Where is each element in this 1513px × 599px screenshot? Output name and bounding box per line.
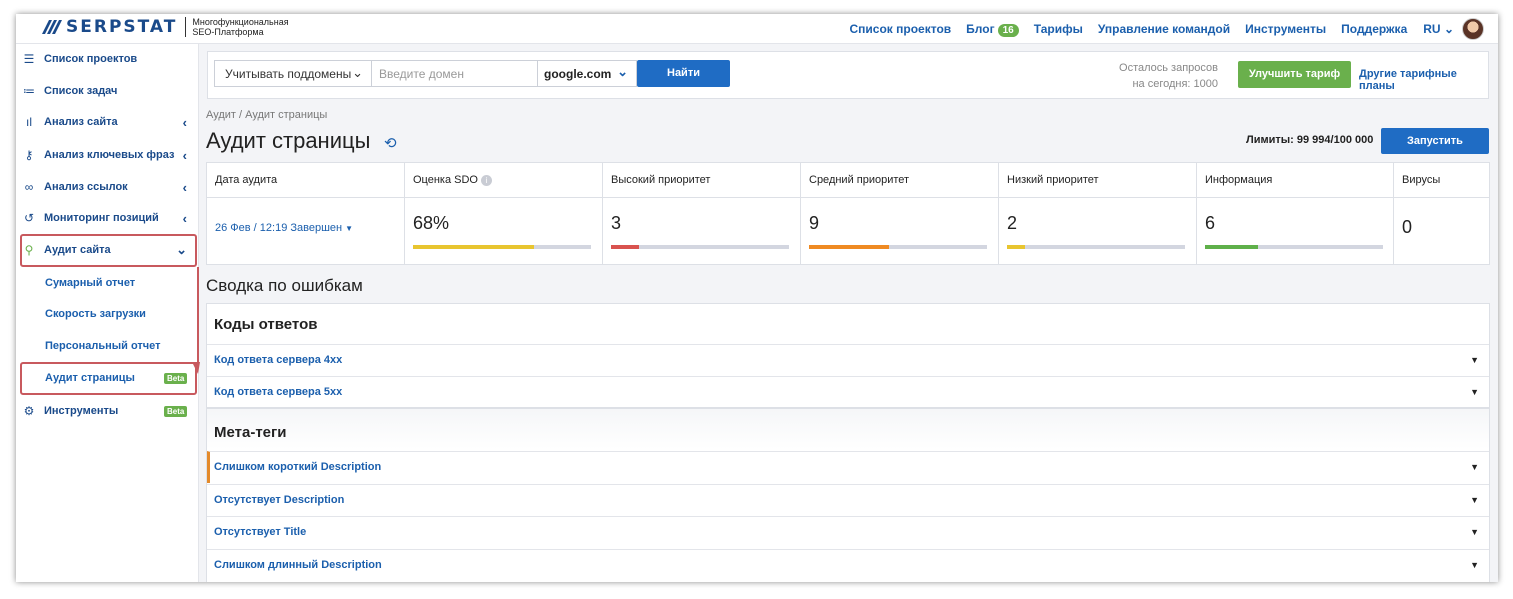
chevron-left-icon: ‹	[182, 179, 187, 195]
nav-support[interactable]: Поддержка	[1341, 22, 1407, 36]
errors-summary-title: Сводка по ошибкам	[206, 276, 363, 295]
stat-high-priority: Высокий приоритет 3	[603, 163, 801, 264]
sidebar-item-keyword-analysis[interactable]: ⚷ Анализ ключевых фраз ‹	[16, 142, 199, 168]
chevron-down-icon: ⌄	[1443, 22, 1454, 36]
stat-sdo-score: Оценка SDO i 68%	[405, 163, 603, 264]
progress-bar	[413, 245, 591, 249]
audit-stats: Дата аудита 26 Фев / 12:19 Завершен ▼ Оц…	[206, 162, 1490, 265]
highlight-site-audit	[20, 234, 197, 267]
blog-count-badge: 16	[997, 23, 1019, 37]
response-codes-section: Коды ответов Код ответа сервера 4xx ▼ Ко…	[206, 303, 1490, 408]
annotation-arrow	[192, 267, 200, 374]
sidebar-subitem-personal-report[interactable]: Персональный отчет	[16, 333, 199, 359]
beta-badge: Beta	[164, 405, 188, 417]
progress-bar	[1205, 245, 1383, 249]
link-icon: ∞	[24, 180, 34, 194]
caret-down-icon: ▼	[1470, 527, 1479, 537]
upgrade-plan-button[interactable]: Улучшить тариф	[1238, 61, 1351, 88]
chart-icon: ıl	[26, 115, 32, 129]
avatar[interactable]	[1462, 18, 1484, 40]
other-plans-link[interactable]: Другие тарифные планы	[1359, 68, 1488, 92]
language-selector[interactable]: RU ⌄	[1423, 22, 1454, 36]
app-window: SERPSTAT Многофункциональная SEO-Платфор…	[16, 14, 1498, 582]
list-item[interactable]: Слишком длинный Description ▼	[207, 549, 1489, 581]
nav-blog[interactable]: Блог 16	[966, 22, 1019, 37]
chevron-down-icon: ⌄	[617, 64, 628, 79]
sidebar-item-rank-tracker[interactable]: ↺ Мониторинг позиций ‹	[16, 205, 199, 231]
list-item[interactable]: Отсутствует Description ▼	[207, 484, 1489, 516]
nav-tools[interactable]: Инструменты	[1245, 22, 1326, 36]
list-item[interactable]: Отсутствует Title ▼	[207, 516, 1489, 548]
breadcrumb: Аудит / Аудит страницы	[206, 109, 328, 121]
requests-remaining: Осталось запросов на сегодня: 1000	[1119, 62, 1218, 90]
sidebar-item-site-analysis[interactable]: ıl Анализ сайта ‹	[16, 109, 199, 135]
stat-low-priority: Низкий приоритет 2	[999, 163, 1197, 264]
limits-text: Лимиты: 99 994/100 000	[1246, 134, 1374, 146]
sidebar: ☰ Список проектов ≔ Список задач ıl Анал…	[16, 44, 200, 582]
chevron-down-icon: ⌄	[352, 65, 363, 80]
history-icon: ↺	[23, 211, 35, 225]
sidebar-subitem-summary[interactable]: Сумарный отчет	[16, 270, 199, 296]
search-engine-select[interactable]: google.com ⌄	[537, 60, 637, 87]
stat-medium-priority: Средний приоритет 9	[801, 163, 999, 264]
stat-audit-date: Дата аудита 26 Фев / 12:19 Завершен ▼	[207, 163, 405, 264]
logo-subtitle: Многофункциональная SEO-Платформа	[192, 17, 289, 37]
caret-down-icon: ▼	[345, 224, 354, 233]
logo[interactable]: SERPSTAT Многофункциональная SEO-Платфор…	[42, 17, 289, 37]
logo-text: SERPSTAT	[66, 17, 178, 37]
caret-down-icon: ▼	[1470, 495, 1479, 505]
search-panel: Учитывать поддомены ⌄ Введите домен goog…	[207, 51, 1489, 99]
caret-down-icon: ▼	[1470, 355, 1479, 365]
page-title: Аудит страницы	[206, 128, 371, 153]
sidebar-item-tasks[interactable]: ≔ Список задач	[16, 78, 199, 104]
caret-down-icon: ▼	[1470, 387, 1479, 397]
meta-tags-section: Мета-теги Слишком короткий Description ▼…	[206, 408, 1490, 582]
caret-down-icon: ▼	[1470, 462, 1479, 472]
external-link-icon[interactable]: ⟲	[384, 134, 397, 152]
key-icon: ⚷	[24, 148, 34, 162]
domain-input[interactable]: Введите домен	[371, 60, 538, 87]
audit-date-select[interactable]: 26 Фев / 12:19 Завершен ▼	[215, 222, 353, 234]
logo-icon	[42, 20, 62, 34]
sidebar-item-projects[interactable]: ☰ Список проектов	[16, 46, 199, 72]
top-bar: SERPSTAT Многофункциональная SEO-Платфор…	[16, 14, 1498, 44]
task-list-icon: ≔	[23, 84, 35, 98]
stat-viruses: Вирусы 0	[1394, 163, 1489, 264]
progress-bar	[611, 245, 789, 249]
list-item[interactable]: Слишком короткий Description ▼	[207, 451, 1489, 483]
chevron-left-icon: ‹	[182, 210, 187, 226]
nav-projects[interactable]: Список проектов	[850, 22, 952, 36]
stat-information: Информация 6	[1197, 163, 1394, 264]
caret-down-icon: ▼	[1470, 560, 1479, 570]
sidebar-item-tools[interactable]: ⚙ Инструменты Beta	[16, 398, 199, 424]
nav-pricing[interactable]: Тарифы	[1034, 22, 1083, 36]
progress-bar	[809, 245, 987, 249]
chevron-left-icon: ‹	[182, 147, 187, 163]
list-icon: ☰	[23, 52, 35, 66]
nav-team[interactable]: Управление командой	[1098, 22, 1230, 36]
subdomains-select[interactable]: Учитывать поддомены ⌄	[214, 60, 372, 87]
info-icon[interactable]: i	[481, 175, 493, 186]
chevron-left-icon: ‹	[182, 114, 187, 130]
sidebar-item-link-analysis[interactable]: ∞ Анализ ссылок ‹	[16, 174, 199, 200]
find-button[interactable]: Найти	[637, 60, 730, 87]
run-button[interactable]: Запустить	[1381, 128, 1489, 154]
highlight-page-audit	[20, 362, 197, 395]
top-nav: Список проектов Блог 16 Тарифы Управление…	[835, 14, 1484, 44]
progress-bar	[1007, 245, 1185, 249]
list-item[interactable]: Код ответа сервера 4xx ▼	[207, 344, 1489, 376]
sidebar-subitem-load-speed[interactable]: Скорость загрузки	[16, 301, 199, 327]
gear-icon: ⚙	[23, 404, 35, 418]
list-item[interactable]: Код ответа сервера 5xx ▼	[207, 376, 1489, 408]
